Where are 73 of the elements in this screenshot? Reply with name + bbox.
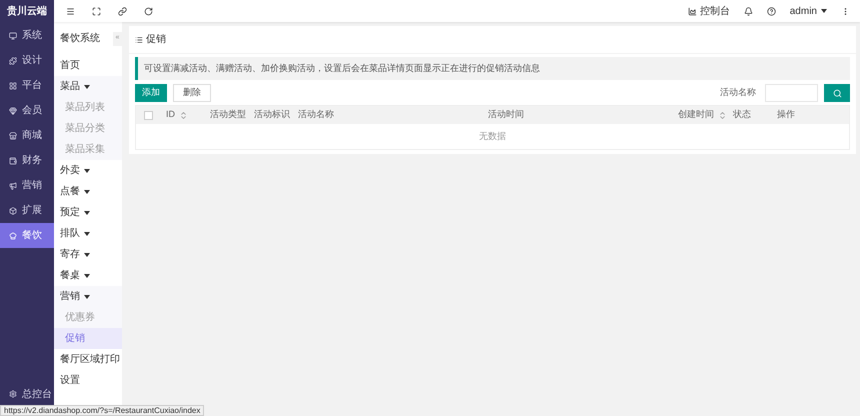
empty-message: 无数据 — [478, 130, 507, 143]
caret-icon — [84, 190, 90, 194]
sort-icon — [179, 110, 188, 120]
fullscreen-icon[interactable] — [92, 6, 101, 16]
settings-icon — [9, 390, 17, 398]
column-header[interactable]: 活动类型 — [204, 108, 248, 122]
brand-title: 贵川云端 — [6, 4, 48, 18]
column-header[interactable]: 操作 — [771, 108, 849, 122]
refresh-icon[interactable] — [144, 6, 153, 16]
user-menu[interactable]: admin — [790, 4, 827, 18]
sub-nav-item[interactable]: 排队 — [54, 223, 122, 244]
delete-button[interactable]: 删除 — [173, 84, 211, 102]
column-header[interactable]: 活动标识 — [248, 108, 292, 122]
add-button[interactable]: 添加 — [135, 84, 167, 102]
sub-nav-item[interactable]: 营销 — [54, 286, 122, 307]
sub-nav-item[interactable]: 预定 — [54, 202, 122, 223]
sub-nav-item[interactable]: 点餐 — [54, 181, 122, 202]
sub-nav-item[interactable]: 菜品 — [54, 76, 122, 97]
store-icon — [9, 132, 17, 140]
caret-icon — [821, 9, 827, 13]
grid-icon — [9, 82, 17, 90]
monitor-icon — [9, 32, 17, 40]
nav-item[interactable]: 扩展 — [0, 198, 54, 223]
column-header[interactable]: 创建时间 — [672, 108, 727, 122]
menu-icon[interactable] — [66, 6, 75, 16]
gem-icon — [9, 106, 17, 114]
nav-item[interactable]: 平台 — [0, 73, 54, 98]
panel-title: 促销 — [146, 33, 166, 47]
status-bar: https://v2.diandashop.com/?s=/RestaurantCuxiao/index — [0, 405, 204, 416]
help-icon[interactable] — [766, 6, 776, 16]
console-button[interactable]: 控制台 — [688, 4, 730, 18]
sub-nav-item[interactable]: 餐厅区域打印 — [54, 349, 122, 370]
column-header[interactable]: 活动名称 — [292, 108, 482, 122]
sub-nav-title: 餐饮系统 — [60, 32, 100, 46]
sort-icon — [718, 110, 727, 120]
link-icon[interactable] — [118, 6, 127, 16]
nav-item[interactable]: 系统 — [0, 23, 54, 48]
nav-item[interactable]: 会员 — [0, 98, 54, 123]
caret-icon — [84, 210, 90, 214]
column-header[interactable]: 状态 — [727, 108, 771, 122]
caret-icon — [84, 232, 90, 236]
sub-nav-item[interactable]: 设置 — [54, 370, 122, 391]
column-header[interactable]: 活动时间 — [482, 108, 672, 122]
search-button[interactable] — [824, 84, 850, 102]
search-field[interactable] — [765, 84, 818, 102]
notification-icon[interactable] — [744, 6, 753, 16]
select-all-checkbox[interactable] — [144, 110, 152, 120]
nav-item[interactable]: 财务 — [0, 148, 54, 173]
caret-icon — [84, 274, 90, 278]
sub-nav-item[interactable]: 外卖 — [54, 160, 122, 181]
box-icon — [9, 206, 17, 214]
chart-icon — [688, 6, 697, 16]
search-icon — [832, 88, 842, 98]
column-header[interactable]: ID — [160, 108, 204, 122]
search-label: 活动名称 — [720, 86, 756, 100]
nav-item[interactable]: 设计 — [0, 48, 54, 73]
puzzle-icon — [9, 56, 17, 64]
caret-icon — [84, 168, 90, 172]
chef-hat-icon — [9, 232, 17, 240]
megaphone-icon — [9, 182, 17, 190]
nav-item[interactable]: 餐饮 — [0, 223, 54, 248]
sub-nav-item[interactable]: 餐桌 — [54, 265, 122, 286]
caret-icon — [84, 294, 90, 298]
nav-item[interactable]: 营销 — [0, 173, 54, 198]
sub-nav-item[interactable]: 寄存 — [54, 244, 122, 265]
list-icon — [135, 36, 143, 44]
sub-nav-item[interactable]: 首页 — [54, 55, 122, 76]
caret-icon — [84, 84, 90, 88]
nav-item[interactable]: 总控台 — [0, 385, 54, 403]
wallet-icon — [9, 156, 17, 164]
caret-icon — [84, 252, 90, 256]
notice-text: 可设置满减活动、满赠活动、加价换购活动，设置后会在菜品详情页面显示正在进行的促销活动信息 — [135, 57, 850, 80]
nav-item[interactable]: 商城 — [0, 123, 54, 148]
